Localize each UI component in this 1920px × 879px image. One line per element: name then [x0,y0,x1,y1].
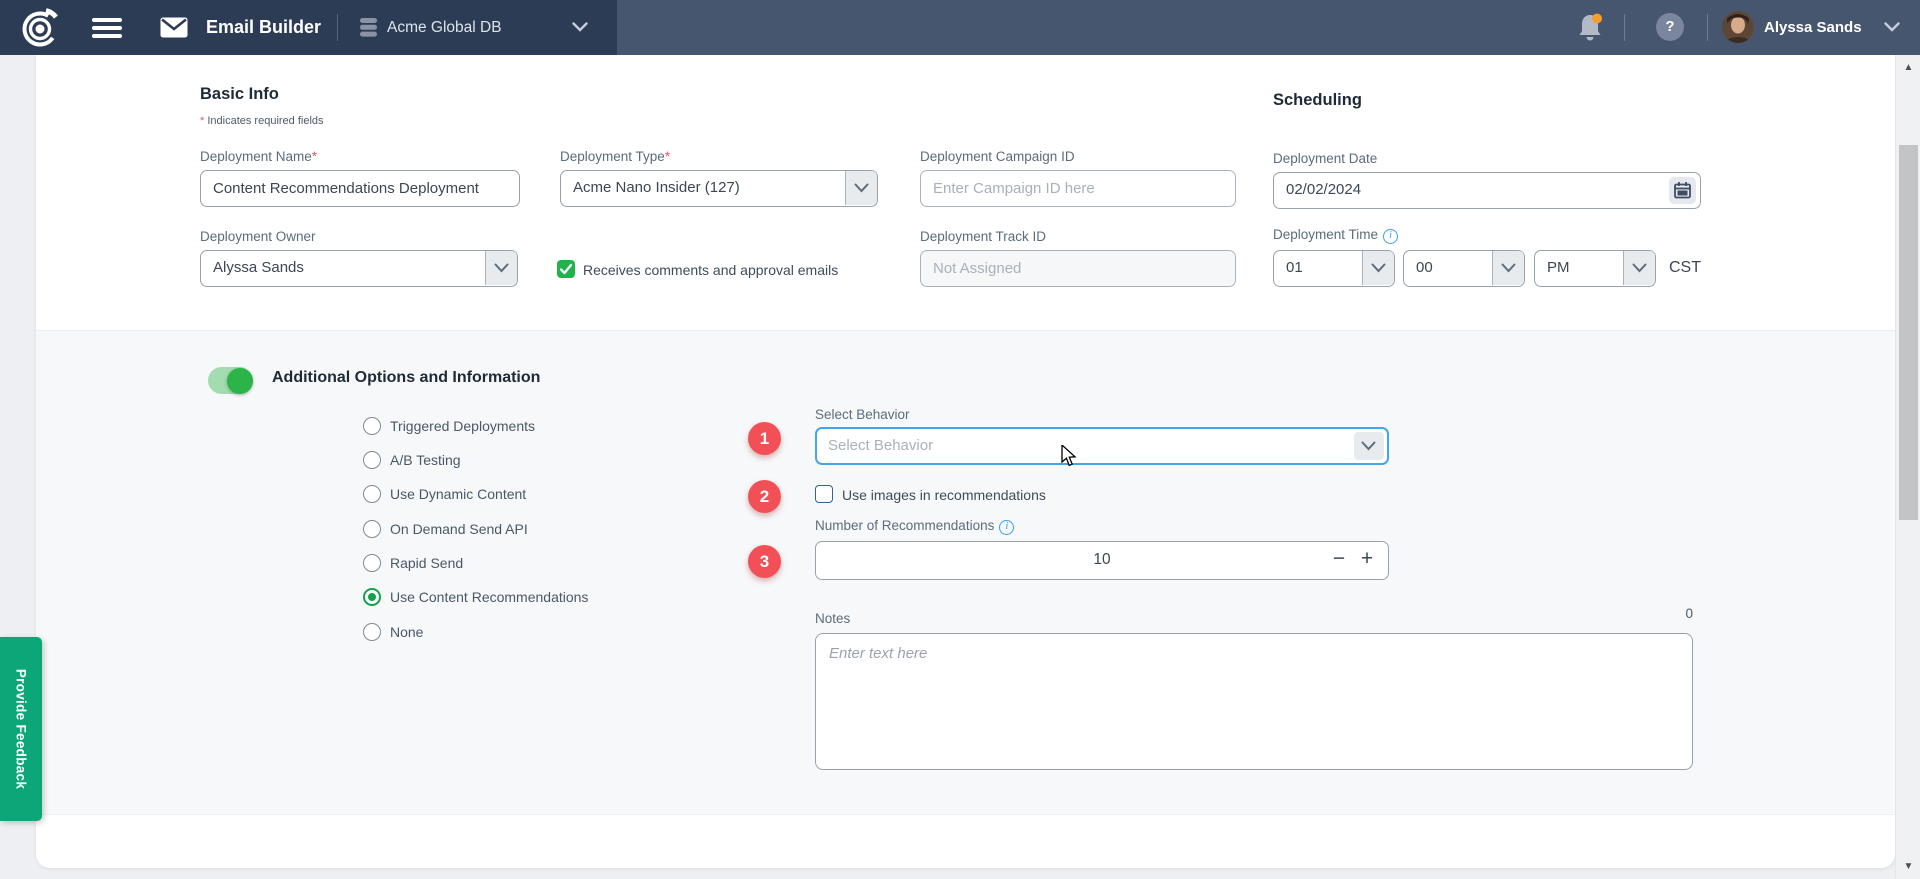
topbar-divider [337,14,338,41]
email-builder-icon [160,17,188,38]
app-logo-icon[interactable] [18,6,62,50]
step-badge-3: 3 [748,545,781,578]
database-chevron-down-icon[interactable] [572,22,588,32]
receives-emails-checkbox[interactable] [557,260,575,278]
time-meridiem-select[interactable]: PM [1534,250,1656,287]
deployment-time-label: Deployment Timei [1273,227,1398,244]
deployment-type-chevron-down-icon[interactable] [845,171,877,205]
select-behavior-dropdown[interactable]: Select Behavior [815,427,1389,465]
radio-circle-icon[interactable] [363,520,381,538]
deployment-form-card: Basic Info * Indicates required fields D… [36,55,1895,868]
additional-options-heading: Additional Options and Information [272,369,540,387]
radio-circle-icon[interactable] [363,417,381,435]
deployment-campaign-id-label: Deployment Campaign ID [920,149,1075,164]
calendar-icon[interactable] [1669,177,1696,204]
topbar-divider [1707,14,1708,41]
menu-hamburger-icon[interactable] [92,18,122,38]
receives-emails-label: Receives comments and approval emails [583,262,838,278]
deployment-owner-value: Alyssa Sands [213,251,304,285]
deployment-date-value: 02/02/2024 [1286,173,1361,207]
deployment-name-label: Deployment Name* [200,149,317,164]
deployment-date-label: Deployment Date [1273,151,1377,166]
decrement-button[interactable]: − [1326,542,1352,578]
app-title: Email Builder [206,0,321,55]
use-images-label: Use images in recommendations [842,487,1046,503]
provide-feedback-label: Provide Feedback [14,669,29,789]
scrollbar-thumb[interactable] [1899,145,1918,520]
deployment-type-select[interactable]: Acme Nano Insider (127) [560,170,878,207]
deployment-owner-label: Deployment Owner [200,229,316,244]
radio-circle-icon[interactable] [363,451,381,469]
help-icon[interactable]: ? [1656,13,1684,41]
timezone-label: CST [1669,259,1701,277]
deployment-track-id-input [920,250,1236,287]
deployment-owner-select[interactable]: Alyssa Sands [200,250,518,287]
deployment-track-id-label: Deployment Track ID [920,229,1046,244]
vertical-scrollbar[interactable]: ▲ ▼ [1895,55,1920,879]
notes-textarea[interactable] [815,633,1693,770]
time-hour-chevron-down-icon[interactable] [1362,251,1394,285]
radio-circle-icon[interactable] [363,554,381,572]
select-behavior-label: Select Behavior [815,407,910,422]
deployment-name-input[interactable] [200,170,520,207]
recommendations-count-value[interactable]: 10 [816,542,1388,578]
deployment-type-label: Deployment Type* [560,149,670,164]
deployment-campaign-id-input[interactable] [920,170,1236,207]
user-menu-chevron-down-icon[interactable] [1884,22,1900,32]
additional-options-toggle[interactable] [208,367,253,394]
page-background: Basic Info * Indicates required fields D… [0,55,1920,879]
notifications-bell-icon[interactable] [1573,11,1607,45]
radio-selected-icon[interactable] [363,588,381,606]
deployment-date-input[interactable]: 02/02/2024 [1273,172,1701,209]
number-of-recommendations-stepper[interactable]: 10 − + [815,541,1389,580]
time-minute-chevron-down-icon[interactable] [1492,251,1524,285]
use-images-checkbox[interactable] [815,485,833,503]
scrollbar-up-arrow[interactable]: ▲ [1896,62,1920,73]
number-of-recommendations-label: Number of Recommendationsi [815,518,1014,535]
top-navigation-bar: Email Builder Acme Global DB ? Alyssa Sa… [0,0,1920,55]
time-info-icon[interactable]: i [1383,229,1398,244]
step-badge-2: 2 [748,480,781,513]
database-selector[interactable]: Acme Global DB [387,0,502,55]
topbar-divider [1624,14,1625,41]
select-behavior-chevron-down-icon[interactable] [1354,432,1384,460]
increment-button[interactable]: + [1354,542,1380,578]
required-asterisk: * [200,115,204,127]
select-behavior-placeholder: Select Behavior [828,429,933,463]
time-minute-value: 00 [1416,251,1433,285]
deployment-owner-chevron-down-icon[interactable] [485,251,517,285]
scrollbar-down-arrow[interactable]: ▼ [1896,861,1920,872]
step-badge-1: 1 [748,422,781,455]
recommendations-info-icon[interactable]: i [999,520,1014,535]
user-avatar[interactable] [1722,11,1754,43]
provide-feedback-tab[interactable]: Provide Feedback [0,637,42,821]
radio-circle-icon[interactable] [363,623,381,641]
notes-character-count: 0 [815,606,1693,621]
database-icon [360,18,377,37]
time-hour-select[interactable]: 01 [1273,250,1395,287]
user-name[interactable]: Alyssa Sands [1764,0,1862,55]
time-hour-value: 01 [1286,251,1303,285]
required-fields-note: * Indicates required fields [200,115,324,127]
time-minute-select[interactable]: 00 [1403,250,1525,287]
time-meridiem-chevron-down-icon[interactable] [1623,251,1655,285]
radio-circle-icon[interactable] [363,485,381,503]
time-meridiem-value: PM [1547,251,1570,285]
deployment-type-value: Acme Nano Insider (127) [573,171,740,205]
basic-info-heading: Basic Info [200,85,279,104]
scheduling-heading: Scheduling [1273,91,1362,110]
